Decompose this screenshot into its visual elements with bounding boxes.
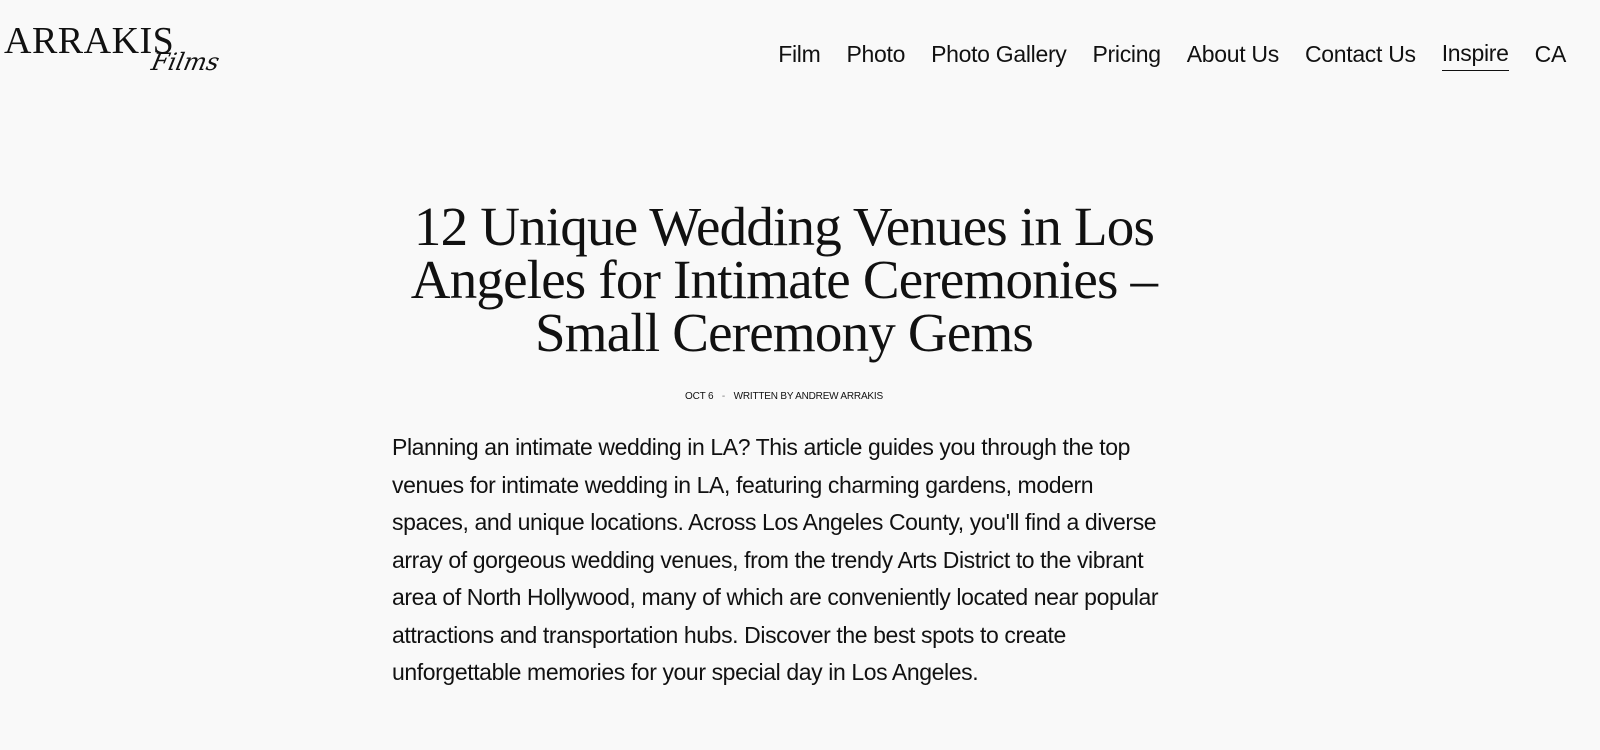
article-title: 12 Unique Wedding Venues in Los Angeles … — [410, 196, 1158, 363]
article-date: OCT 6 — [685, 391, 714, 402]
site-header: ARRAKIS Films Film Photo Photo Gallery P… — [0, 0, 1600, 110]
logo-script: Films — [149, 48, 223, 76]
meta-separator: - — [721, 391, 726, 402]
logo-wordmark: ARRAKIS — [4, 20, 175, 62]
main-nav: Film Photo Photo Gallery Pricing About U… — [778, 38, 1566, 71]
nav-link-ca[interactable]: CA — [1535, 39, 1567, 71]
nav-link-photo[interactable]: Photo — [846, 39, 905, 71]
nav-link-contact-us[interactable]: Contact Us — [1305, 39, 1416, 71]
nav-link-film[interactable]: Film — [778, 39, 821, 71]
article-meta: OCT 6 - WRITTEN BY ANDREW ARRAKIS — [392, 391, 1176, 402]
logo[interactable]: ARRAKIS Films — [4, 18, 224, 84]
nav-link-pricing[interactable]: Pricing — [1093, 39, 1162, 71]
article-byline: WRITTEN BY ANDREW ARRAKIS — [733, 391, 883, 402]
nav-link-inspire[interactable]: Inspire — [1441, 38, 1509, 71]
nav-link-about-us[interactable]: About Us — [1187, 39, 1280, 71]
article-intro: Planning an intimate wedding in LA? This… — [392, 434, 1159, 685]
article: 12 Unique Wedding Venues in Los Angeles … — [392, 196, 1176, 685]
nav-link-photo-gallery[interactable]: Photo Gallery — [931, 39, 1067, 71]
